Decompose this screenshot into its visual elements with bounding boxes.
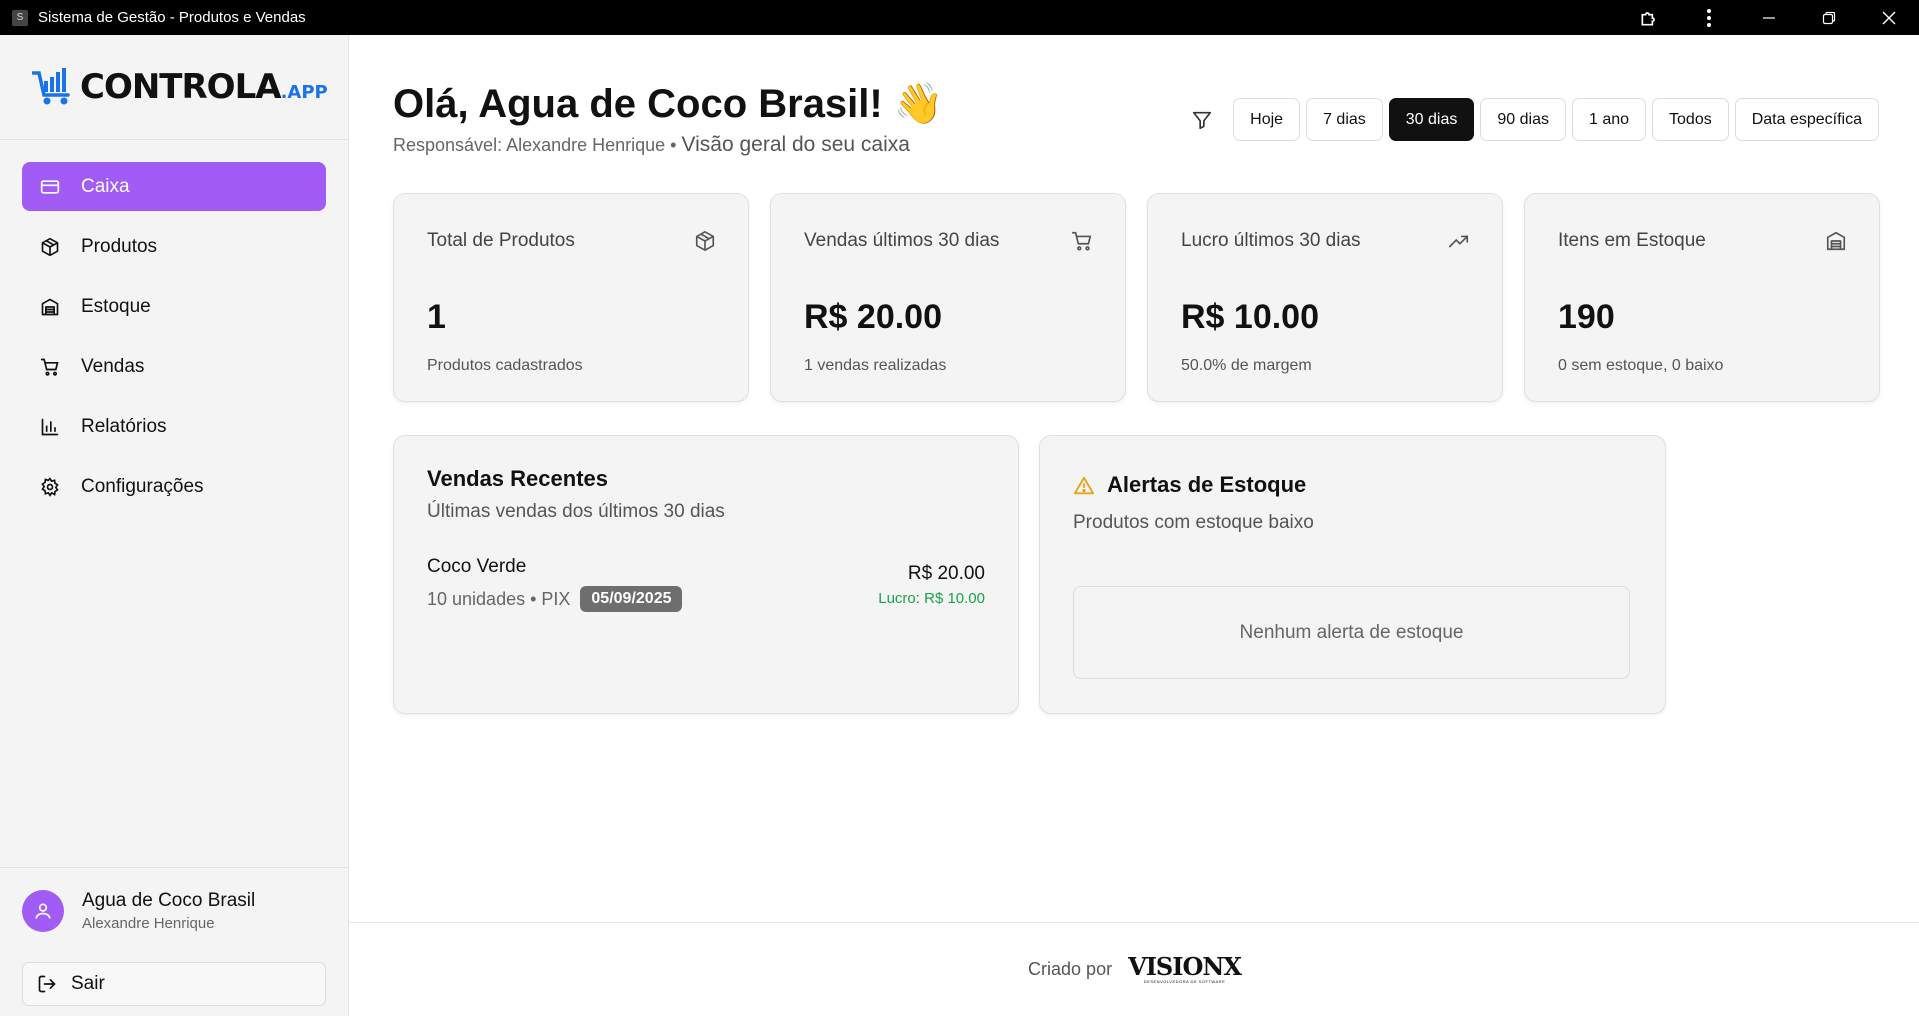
card-subtext: 0 sem estoque, 0 baixo <box>1558 357 1724 374</box>
card-subtext: Produtos cadastrados <box>427 357 583 374</box>
sidebar-item-label: Caixa <box>81 175 130 197</box>
user-profile[interactable]: Agua de Coco Brasil Alexandre Henrique <box>0 868 348 932</box>
card-value: 1 <box>427 298 446 336</box>
visionx-wordmark: VISIONX <box>1128 952 1242 981</box>
close-icon[interactable] <box>1859 0 1919 35</box>
sidebar-item-produtos[interactable]: Produtos <box>22 222 326 271</box>
subtitle-responsible: Responsável: Alexandre Henrique • <box>393 135 682 155</box>
user-name: Agua de Coco Brasil <box>82 890 256 911</box>
sale-meta: 10 unidades • PIX 05/09/2025 <box>427 586 683 612</box>
card-subtext: 1 vendas realizadas <box>804 357 947 374</box>
stock-alerts-panel: Alertas de Estoque Produtos com estoque … <box>1039 435 1666 714</box>
box-icon <box>39 236 61 258</box>
card-total-produtos: Total de Produtos 1 Produtos cadastrados <box>393 193 749 402</box>
card-subtext: 50.0% de margem <box>1181 357 1312 374</box>
stock-alerts-empty-state: Nenhum alerta de estoque <box>1073 586 1630 679</box>
stock-alerts-description: Produtos com estoque baixo <box>1073 512 1314 533</box>
sidebar-item-vendas[interactable]: Vendas <box>22 342 326 391</box>
sidebar-item-label: Configurações <box>81 475 204 497</box>
bar-chart-icon <box>39 416 61 438</box>
filter-90-dias-button[interactable]: 90 dias <box>1480 98 1566 141</box>
recent-sales-title: Vendas Recentes <box>427 466 608 491</box>
window-title: Sistema de Gestão - Produtos e Vendas <box>38 9 306 26</box>
sale-profit: Lucro: R$ 10.00 <box>878 590 985 607</box>
app-icon: S <box>12 9 28 26</box>
sale-value: R$ 20.00 <box>907 563 985 584</box>
filter-icon <box>1187 105 1217 135</box>
warning-icon <box>1073 476 1095 495</box>
subtitle-main: Visão geral do seu caixa <box>681 133 910 156</box>
logo-wordmark: CONTROLA <box>80 67 282 107</box>
sale-date-badge: 05/09/2025 <box>580 586 683 612</box>
card-title: Itens em Estoque <box>1558 230 1706 251</box>
card-itens-estoque: Itens em Estoque 190 0 sem estoque, 0 ba… <box>1524 193 1880 402</box>
more-options-icon[interactable] <box>1679 0 1739 35</box>
sidebar-item-estoque[interactable]: Estoque <box>22 282 326 331</box>
sidebar-item-relatorios[interactable]: Relatórios <box>22 402 326 451</box>
sale-product-name: Coco Verde <box>427 556 527 577</box>
logout-icon <box>38 975 56 993</box>
warehouse-icon <box>1826 231 1846 251</box>
user-info: Agua de Coco Brasil Alexandre Henrique <box>82 890 255 932</box>
page-subtitle: Responsável: Alexandre Henrique • Visão … <box>393 133 910 157</box>
window-controls <box>1619 0 1919 35</box>
card-title: Total de Produtos <box>427 230 575 251</box>
sidebar-nav: Caixa Produtos Estoque Vendas Relatórios <box>0 140 348 511</box>
card-lucro: Lucro últimos 30 dias R$ 10.00 50.0% de … <box>1147 193 1503 402</box>
logo-tld: .APP <box>280 81 328 103</box>
window-titlebar: S Sistema de Gestão - Produtos e Vendas <box>0 0 1919 35</box>
extensions-icon[interactable] <box>1619 0 1679 35</box>
filter-1-ano-button[interactable]: 1 ano <box>1571 98 1647 141</box>
card-title: Vendas últimos 30 dias <box>804 230 1000 251</box>
logout-label: Sair <box>71 973 105 994</box>
filter-30-dias-button[interactable]: 30 dias <box>1388 98 1475 141</box>
sidebar-item-label: Estoque <box>81 295 151 317</box>
restore-icon[interactable] <box>1799 0 1859 35</box>
sidebar-item-label: Relatórios <box>81 415 167 437</box>
avatar <box>22 890 64 932</box>
page-title: Olá, Agua de Coco Brasil! 👋 <box>393 82 944 126</box>
sidebar-item-caixa[interactable]: Caixa <box>22 162 326 211</box>
warehouse-icon <box>39 296 61 318</box>
card-value: 190 <box>1558 298 1615 336</box>
card-value: R$ 10.00 <box>1181 298 1319 336</box>
filter-hoje-button[interactable]: Hoje <box>1233 98 1301 141</box>
trending-up-icon <box>1449 235 1469 248</box>
credit-card-icon <box>39 176 61 198</box>
minimize-icon[interactable] <box>1739 0 1799 35</box>
recent-sales-description: Últimas vendas dos últimos 30 dias <box>427 501 725 522</box>
period-filter: Hoje 7 dias 30 dias 90 dias 1 ano Todos … <box>1187 98 1879 141</box>
visionx-tagline: DESENVOLVEDORA DE SOFTWARE <box>1143 979 1226 984</box>
stock-alerts-title: Alertas de Estoque <box>1107 472 1307 497</box>
summary-cards: Total de Produtos 1 Produtos cadastrados… <box>393 193 1880 402</box>
sidebar-footer: Agua de Coco Brasil Alexandre Henrique S… <box>0 867 348 1016</box>
page-footer: Criado por VISIONX DESENVOLVEDORA DE SOF… <box>350 922 1919 1016</box>
created-by-label: Criado por <box>1028 959 1113 979</box>
recent-sales-panel: Vendas Recentes Últimas vendas dos últim… <box>393 435 1019 714</box>
filter-7-dias-button[interactable]: 7 dias <box>1306 98 1383 141</box>
sidebar-item-configuracoes[interactable]: Configurações <box>22 462 326 511</box>
card-vendas: Vendas últimos 30 dias R$ 20.00 1 vendas… <box>770 193 1126 402</box>
main-content: Olá, Agua de Coco Brasil! 👋 Responsável:… <box>350 35 1919 1016</box>
sale-quantity-payment: 10 unidades • PIX <box>427 588 571 609</box>
logout-button[interactable]: Sair <box>22 962 326 1006</box>
cart-icon <box>39 356 61 378</box>
sidebar: CONTROLA .APP Caixa Produtos Estoque Ven… <box>0 35 349 1016</box>
card-value: R$ 20.00 <box>804 298 942 336</box>
sidebar-item-label: Vendas <box>81 355 145 377</box>
user-role: Alexandre Henrique <box>82 915 215 932</box>
logo-cart-icon <box>31 67 78 107</box>
box-icon <box>695 231 715 251</box>
card-title: Lucro últimos 30 dias <box>1181 230 1361 251</box>
gear-icon <box>39 476 61 498</box>
visionx-logo[interactable]: VISIONX DESENVOLVEDORA DE SOFTWARE <box>1128 952 1242 985</box>
sidebar-item-label: Produtos <box>81 235 158 257</box>
cart-icon <box>1072 231 1092 251</box>
app-logo[interactable]: CONTROLA .APP <box>0 35 348 140</box>
filter-todos-button[interactable]: Todos <box>1652 98 1729 141</box>
filter-data-especifica-button[interactable]: Data específica <box>1734 98 1879 141</box>
